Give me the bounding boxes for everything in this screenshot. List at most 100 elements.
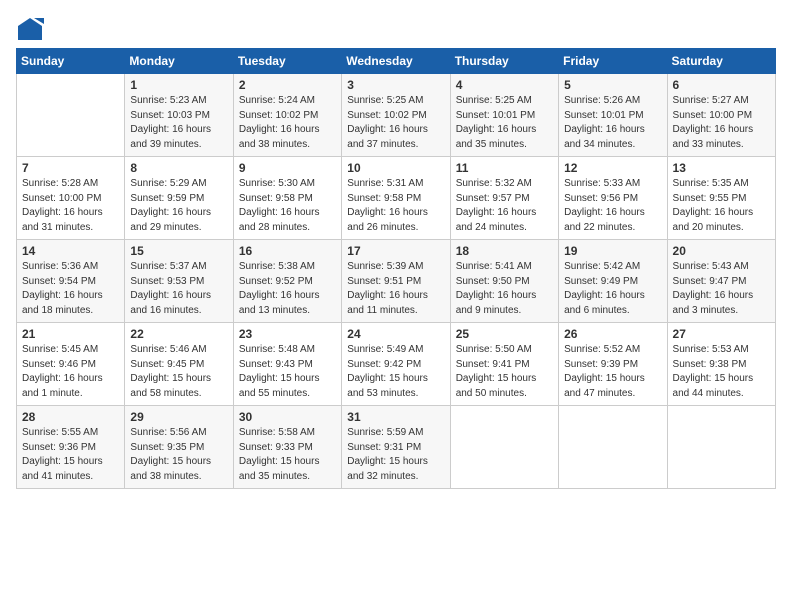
cell-info: Sunrise: 5:58 AMSunset: 9:33 PMDaylight:…	[239, 426, 336, 484]
cell-info: Sunrise: 5:41 AMSunset: 9:50 PMDaylight:…	[456, 260, 553, 318]
cell-info: Sunrise: 5:30 AMSunset: 9:58 PMDaylight:…	[239, 177, 336, 235]
day-number: 14	[22, 244, 119, 258]
cell-info: Sunrise: 5:35 AMSunset: 9:55 PMDaylight:…	[673, 177, 770, 235]
calendar-cell: 3 Sunrise: 5:25 AMSunset: 10:02 PMDayligh…	[342, 74, 450, 157]
calendar-cell: 10 Sunrise: 5:31 AMSunset: 9:58 PMDayligh…	[342, 157, 450, 240]
day-number: 7	[22, 161, 119, 175]
header-monday: Monday	[125, 49, 233, 74]
calendar-cell: 20 Sunrise: 5:43 AMSunset: 9:47 PMDayligh…	[667, 240, 775, 323]
calendar-cell: 1 Sunrise: 5:23 AMSunset: 10:03 PMDayligh…	[125, 74, 233, 157]
header-sunday: Sunday	[17, 49, 125, 74]
calendar-cell: 30 Sunrise: 5:58 AMSunset: 9:33 PMDayligh…	[233, 406, 341, 489]
day-number: 3	[347, 78, 444, 92]
day-number: 12	[564, 161, 661, 175]
calendar-cell: 28 Sunrise: 5:55 AMSunset: 9:36 PMDayligh…	[17, 406, 125, 489]
header-friday: Friday	[559, 49, 667, 74]
day-number: 27	[673, 327, 770, 341]
calendar-cell	[667, 406, 775, 489]
cell-info: Sunrise: 5:43 AMSunset: 9:47 PMDaylight:…	[673, 260, 770, 318]
cell-info: Sunrise: 5:52 AMSunset: 9:39 PMDaylight:…	[564, 343, 661, 401]
day-number: 4	[456, 78, 553, 92]
cell-info: Sunrise: 5:24 AMSunset: 10:02 PMDaylight…	[239, 94, 336, 152]
header-tuesday: Tuesday	[233, 49, 341, 74]
calendar-table: SundayMondayTuesdayWednesdayThursdayFrid…	[16, 48, 776, 489]
calendar-cell: 8Sunrise: 5:29 AMSunset: 9:59 PMDaylight…	[125, 157, 233, 240]
cell-info: Sunrise: 5:37 AMSunset: 9:53 PMDaylight:…	[130, 260, 227, 318]
cell-info: Sunrise: 5:56 AMSunset: 9:35 PMDaylight:…	[130, 426, 227, 484]
day-number: 13	[673, 161, 770, 175]
calendar-week-row: 7Sunrise: 5:28 AMSunset: 10:00 PMDayligh…	[17, 157, 776, 240]
day-number: 16	[239, 244, 336, 258]
day-number: 20	[673, 244, 770, 258]
header-saturday: Saturday	[667, 49, 775, 74]
logo	[16, 16, 48, 44]
cell-info: Sunrise: 5:59 AMSunset: 9:31 PMDaylight:…	[347, 426, 444, 484]
day-number: 9	[239, 161, 336, 175]
calendar-week-row: 1 Sunrise: 5:23 AMSunset: 10:03 PMDayligh…	[17, 74, 776, 157]
day-number: 31	[347, 410, 444, 424]
calendar-cell	[559, 406, 667, 489]
calendar-cell: 11Sunrise: 5:32 AMSunset: 9:57 PMDayligh…	[450, 157, 558, 240]
calendar-cell: 31 Sunrise: 5:59 AMSunset: 9:31 PMDayligh…	[342, 406, 450, 489]
cell-info: Sunrise: 5:42 AMSunset: 9:49 PMDaylight:…	[564, 260, 661, 318]
day-number: 18	[456, 244, 553, 258]
calendar-cell: 17Sunrise: 5:39 AMSunset: 9:51 PMDayligh…	[342, 240, 450, 323]
calendar-cell: 12 Sunrise: 5:33 AMSunset: 9:56 PMDayligh…	[559, 157, 667, 240]
cell-info: Sunrise: 5:45 AMSunset: 9:46 PMDaylight:…	[22, 343, 119, 401]
calendar-cell: 5 Sunrise: 5:26 AMSunset: 10:01 PMDayligh…	[559, 74, 667, 157]
calendar-cell	[17, 74, 125, 157]
day-number: 23	[239, 327, 336, 341]
calendar-cell: 9 Sunrise: 5:30 AMSunset: 9:58 PMDaylight…	[233, 157, 341, 240]
cell-info: Sunrise: 5:50 AMSunset: 9:41 PMDaylight:…	[456, 343, 553, 401]
day-number: 21	[22, 327, 119, 341]
cell-info: Sunrise: 5:55 AMSunset: 9:36 PMDaylight:…	[22, 426, 119, 484]
calendar-week-row: 14 Sunrise: 5:36 AMSunset: 9:54 PMDayligh…	[17, 240, 776, 323]
cell-info: Sunrise: 5:29 AMSunset: 9:59 PMDaylight:…	[130, 177, 227, 235]
calendar-cell: 14 Sunrise: 5:36 AMSunset: 9:54 PMDayligh…	[17, 240, 125, 323]
day-number: 15	[130, 244, 227, 258]
day-number: 22	[130, 327, 227, 341]
calendar-cell: 24Sunrise: 5:49 AMSunset: 9:42 PMDayligh…	[342, 323, 450, 406]
day-number: 28	[22, 410, 119, 424]
calendar-header-row: SundayMondayTuesdayWednesdayThursdayFrid…	[17, 49, 776, 74]
cell-info: Sunrise: 5:48 AMSunset: 9:43 PMDaylight:…	[239, 343, 336, 401]
header-thursday: Thursday	[450, 49, 558, 74]
calendar-cell: 21 Sunrise: 5:45 AMSunset: 9:46 PMDayligh…	[17, 323, 125, 406]
calendar-cell: 18 Sunrise: 5:41 AMSunset: 9:50 PMDayligh…	[450, 240, 558, 323]
calendar-cell	[450, 406, 558, 489]
calendar-week-row: 21 Sunrise: 5:45 AMSunset: 9:46 PMDayligh…	[17, 323, 776, 406]
calendar-cell: 19 Sunrise: 5:42 AMSunset: 9:49 PMDayligh…	[559, 240, 667, 323]
day-number: 29	[130, 410, 227, 424]
day-number: 30	[239, 410, 336, 424]
calendar-cell: 23 Sunrise: 5:48 AMSunset: 9:43 PMDayligh…	[233, 323, 341, 406]
calendar-cell: 29 Sunrise: 5:56 AMSunset: 9:35 PMDayligh…	[125, 406, 233, 489]
logo-icon	[16, 16, 44, 44]
cell-info: Sunrise: 5:26 AMSunset: 10:01 PMDaylight…	[564, 94, 661, 152]
calendar-cell: 25 Sunrise: 5:50 AMSunset: 9:41 PMDayligh…	[450, 323, 558, 406]
calendar-cell: 27 Sunrise: 5:53 AMSunset: 9:38 PMDayligh…	[667, 323, 775, 406]
day-number: 1	[130, 78, 227, 92]
day-number: 10	[347, 161, 444, 175]
calendar-cell: 2Sunrise: 5:24 AMSunset: 10:02 PMDayligh…	[233, 74, 341, 157]
calendar-cell: 4Sunrise: 5:25 AMSunset: 10:01 PMDayligh…	[450, 74, 558, 157]
cell-info: Sunrise: 5:36 AMSunset: 9:54 PMDaylight:…	[22, 260, 119, 318]
day-number: 6	[673, 78, 770, 92]
cell-info: Sunrise: 5:25 AMSunset: 10:02 PMDaylight…	[347, 94, 444, 152]
cell-info: Sunrise: 5:23 AMSunset: 10:03 PMDaylight…	[130, 94, 227, 152]
cell-info: Sunrise: 5:27 AMSunset: 10:00 PMDaylight…	[673, 94, 770, 152]
calendar-week-row: 28 Sunrise: 5:55 AMSunset: 9:36 PMDayligh…	[17, 406, 776, 489]
calendar-cell: 16 Sunrise: 5:38 AMSunset: 9:52 PMDayligh…	[233, 240, 341, 323]
calendar-cell: 15 Sunrise: 5:37 AMSunset: 9:53 PMDayligh…	[125, 240, 233, 323]
cell-info: Sunrise: 5:38 AMSunset: 9:52 PMDaylight:…	[239, 260, 336, 318]
day-number: 5	[564, 78, 661, 92]
calendar-cell: 6 Sunrise: 5:27 AMSunset: 10:00 PMDayligh…	[667, 74, 775, 157]
calendar-cell: 26Sunrise: 5:52 AMSunset: 9:39 PMDayligh…	[559, 323, 667, 406]
cell-info: Sunrise: 5:53 AMSunset: 9:38 PMDaylight:…	[673, 343, 770, 401]
cell-info: Sunrise: 5:39 AMSunset: 9:51 PMDaylight:…	[347, 260, 444, 318]
cell-info: Sunrise: 5:49 AMSunset: 9:42 PMDaylight:…	[347, 343, 444, 401]
day-number: 25	[456, 327, 553, 341]
day-number: 19	[564, 244, 661, 258]
cell-info: Sunrise: 5:31 AMSunset: 9:58 PMDaylight:…	[347, 177, 444, 235]
calendar-cell: 22Sunrise: 5:46 AMSunset: 9:45 PMDayligh…	[125, 323, 233, 406]
cell-info: Sunrise: 5:33 AMSunset: 9:56 PMDaylight:…	[564, 177, 661, 235]
